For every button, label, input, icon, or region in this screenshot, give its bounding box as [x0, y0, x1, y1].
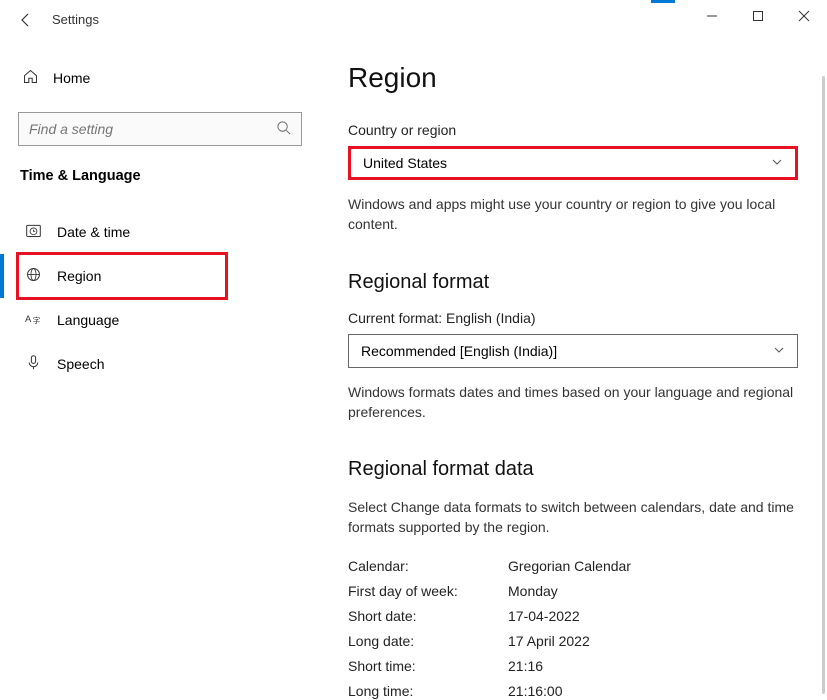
sidebar-item-region[interactable]: Region [18, 254, 226, 298]
sidebar: Home Time & Language Date & time Region … [0, 40, 320, 700]
category-title: Time & Language [18, 168, 302, 184]
back-button[interactable] [18, 0, 34, 31]
format-row: First day of week: Monday [348, 579, 795, 604]
row-val: 21:16 [508, 658, 543, 674]
country-select[interactable]: United States [348, 146, 798, 180]
window-controls [689, 0, 827, 32]
row-key: Long date: [348, 633, 508, 649]
sidebar-item-label: Date & time [57, 224, 130, 240]
home-icon [22, 68, 39, 88]
sidebar-item-label: Speech [57, 356, 104, 372]
chevron-down-icon [771, 155, 783, 171]
titlebar: Settings [0, 0, 827, 40]
content-area: Region Country or region United States W… [320, 40, 827, 700]
globe-icon [24, 266, 42, 286]
search-icon [276, 120, 291, 138]
close-button[interactable] [781, 0, 827, 32]
sidebar-item-language[interactable]: A字 Language [18, 298, 302, 342]
search-field[interactable] [29, 121, 265, 137]
home-label: Home [53, 70, 90, 86]
window-title: Settings [52, 0, 99, 27]
regional-format-help: Windows formats dates and times based on… [348, 382, 795, 423]
svg-text:A: A [25, 314, 32, 324]
current-format-label: Current format: English (India) [348, 310, 795, 326]
page-title: Region [348, 62, 795, 94]
regional-format-value: Recommended [English (India)] [361, 343, 557, 359]
minimize-button[interactable] [689, 0, 735, 32]
maximize-button[interactable] [735, 0, 781, 32]
chevron-down-icon [773, 343, 785, 359]
format-row: Calendar: Gregorian Calendar [348, 554, 795, 579]
country-value: United States [363, 155, 447, 171]
country-help: Windows and apps might use your country … [348, 194, 795, 235]
format-row: Long time: 21:16:00 [348, 679, 795, 700]
row-val: 17 April 2022 [508, 633, 590, 649]
svg-text:字: 字 [32, 315, 40, 325]
clock-icon [24, 222, 42, 242]
main-layout: Home Time & Language Date & time Region … [0, 40, 827, 700]
sidebar-item-datetime[interactable]: Date & time [18, 210, 302, 254]
row-val: Gregorian Calendar [508, 558, 631, 574]
home-nav[interactable]: Home [18, 58, 302, 98]
microphone-icon [24, 354, 42, 374]
format-row: Short date: 17-04-2022 [348, 604, 795, 629]
sidebar-item-label: Region [57, 268, 101, 284]
language-icon: A字 [24, 310, 42, 330]
country-label: Country or region [348, 122, 795, 138]
format-data-help: Select Change data formats to switch bet… [348, 497, 795, 538]
row-key: Short date: [348, 608, 508, 624]
format-data-title: Regional format data [348, 458, 795, 481]
regional-format-title: Regional format [348, 271, 795, 294]
sidebar-item-label: Language [57, 312, 119, 328]
row-key: Calendar: [348, 558, 508, 574]
search-input[interactable] [18, 112, 302, 146]
row-key: First day of week: [348, 583, 508, 599]
row-val: 17-04-2022 [508, 608, 580, 624]
sidebar-item-speech[interactable]: Speech [18, 342, 302, 386]
row-val: 21:16:00 [508, 683, 563, 699]
format-row: Short time: 21:16 [348, 654, 795, 679]
row-val: Monday [508, 583, 558, 599]
accent-strip [651, 0, 675, 3]
row-key: Long time: [348, 683, 508, 699]
regional-format-select[interactable]: Recommended [English (India)] [348, 334, 798, 368]
scrollbar[interactable] [822, 76, 825, 694]
row-key: Short time: [348, 658, 508, 674]
format-row: Long date: 17 April 2022 [348, 629, 795, 654]
